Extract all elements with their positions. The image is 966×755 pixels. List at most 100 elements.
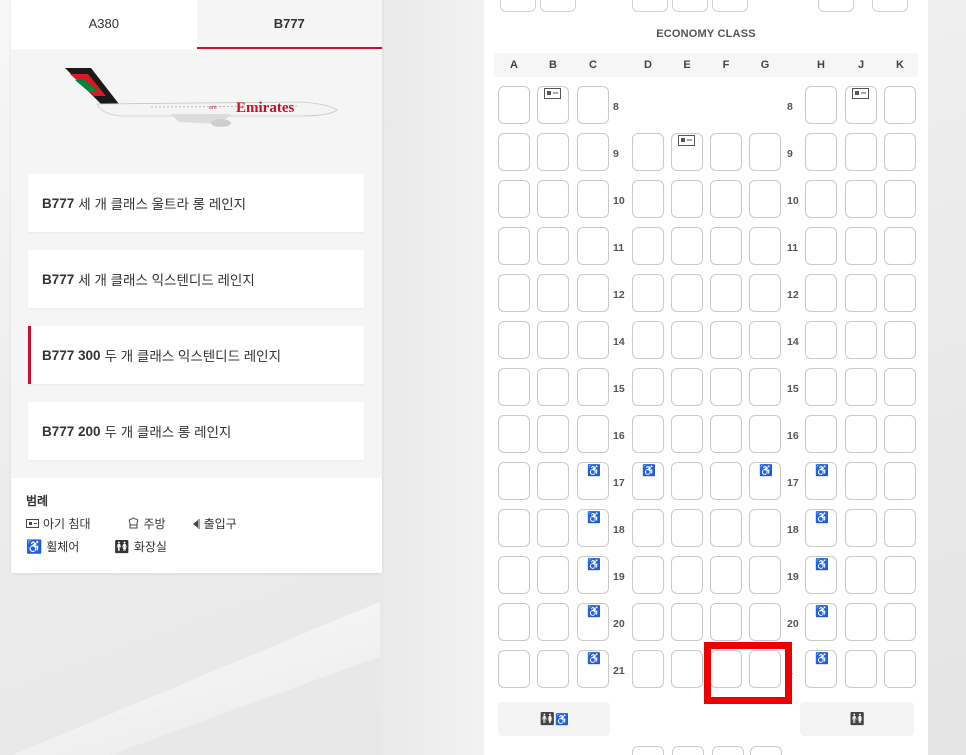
tab-a380[interactable]: A380 [11,0,197,49]
seat-10j[interactable] [845,180,877,218]
variant-b777-200-lr[interactable]: B777 200 두 개 클래스 롱 레인지 [28,402,364,460]
seat-17h[interactable] [805,462,837,500]
seat-16b[interactable] [537,415,569,453]
seat-21a[interactable] [498,650,530,688]
seat-11j[interactable] [845,227,877,265]
seat-9g[interactable] [749,133,781,171]
seat-17k[interactable] [884,462,916,500]
seat-8k[interactable] [884,86,916,124]
seat-18c[interactable] [577,509,609,547]
seat-8c[interactable] [577,86,609,124]
seat-16k[interactable] [884,415,916,453]
seat-11c[interactable] [577,227,609,265]
seat-20c[interactable] [577,603,609,641]
seat-10f[interactable] [710,180,742,218]
seat-10k[interactable] [884,180,916,218]
seat-14b[interactable] [537,321,569,359]
seat-21d[interactable] [632,650,664,688]
seat-20a[interactable] [498,603,530,641]
seat-10e[interactable] [671,180,703,218]
seat-16h[interactable] [805,415,837,453]
variant-b777-ulr[interactable]: B777 세 개 클래스 울트라 롱 레인지 [28,174,364,232]
seat-10b[interactable] [537,180,569,218]
seat-10h[interactable] [805,180,837,218]
seat-12e[interactable] [671,274,703,312]
seat-15c[interactable] [577,368,609,406]
seat-20k[interactable] [884,603,916,641]
seat-21h[interactable] [805,650,837,688]
seat-18d[interactable] [632,509,664,547]
seat-19c[interactable] [577,556,609,594]
seat-11a[interactable] [498,227,530,265]
seat-14c[interactable] [577,321,609,359]
seat-14h[interactable] [805,321,837,359]
seat-11k[interactable] [884,227,916,265]
seat-18j[interactable] [845,509,877,547]
seat-19b[interactable] [537,556,569,594]
seat-20g[interactable] [749,603,781,641]
seat-15d[interactable] [632,368,664,406]
seat-14e[interactable] [671,321,703,359]
seat-19e[interactable] [671,556,703,594]
seat-8j[interactable] [845,86,877,124]
seat-19f[interactable] [710,556,742,594]
seat-10a[interactable] [498,180,530,218]
seat-9f[interactable] [710,133,742,171]
seat-18e[interactable] [671,509,703,547]
seat-10c[interactable] [577,180,609,218]
seat-9a[interactable] [498,133,530,171]
seat-19h[interactable] [805,556,837,594]
seat-21f[interactable] [710,650,742,688]
seat[interactable] [712,746,744,755]
seat-8a[interactable] [498,86,530,124]
seat-19g[interactable] [749,556,781,594]
variant-b777-300-er[interactable]: B777 300 두 개 클래스 익스텐디드 레인지 [28,326,364,384]
seat-14g[interactable] [749,321,781,359]
seat-20d[interactable] [632,603,664,641]
seat-14j[interactable] [845,321,877,359]
seat-19a[interactable] [498,556,530,594]
seat-16f[interactable] [710,415,742,453]
seat-16d[interactable] [632,415,664,453]
seat-19d[interactable] [632,556,664,594]
seat-14k[interactable] [884,321,916,359]
seat-17c[interactable] [577,462,609,500]
seat-17f[interactable] [710,462,742,500]
seat-12f[interactable] [710,274,742,312]
seat-12k[interactable] [884,274,916,312]
seat-17a[interactable] [498,462,530,500]
seat-16c[interactable] [577,415,609,453]
seat-20e[interactable] [671,603,703,641]
seat-17e[interactable] [671,462,703,500]
seat-14a[interactable] [498,321,530,359]
seat-9e[interactable] [671,133,703,171]
seat-18f[interactable] [710,509,742,547]
seat-17g[interactable] [749,462,781,500]
seat-16g[interactable] [749,415,781,453]
variant-b777-er[interactable]: B777 세 개 클래스 익스텐디드 레인지 [28,250,364,308]
seat-9j[interactable] [845,133,877,171]
seat-14d[interactable] [632,321,664,359]
seat-17j[interactable] [845,462,877,500]
seat-15k[interactable] [884,368,916,406]
seat[interactable] [672,746,704,755]
seat-12j[interactable] [845,274,877,312]
seat-9k[interactable] [884,133,916,171]
seat-15f[interactable] [710,368,742,406]
seat-15e[interactable] [671,368,703,406]
seat-12g[interactable] [749,274,781,312]
seat-18k[interactable] [884,509,916,547]
seat-17d[interactable] [632,462,664,500]
seat-9h[interactable] [805,133,837,171]
seat-18a[interactable] [498,509,530,547]
seat-19k[interactable] [884,556,916,594]
seat-17b[interactable] [537,462,569,500]
seat-18b[interactable] [537,509,569,547]
seat-21k[interactable] [884,650,916,688]
seat-9b[interactable] [537,133,569,171]
seat-11h[interactable] [805,227,837,265]
seat-8h[interactable] [805,86,837,124]
seat-11f[interactable] [710,227,742,265]
seat-16a[interactable] [498,415,530,453]
seat-10d[interactable] [632,180,664,218]
